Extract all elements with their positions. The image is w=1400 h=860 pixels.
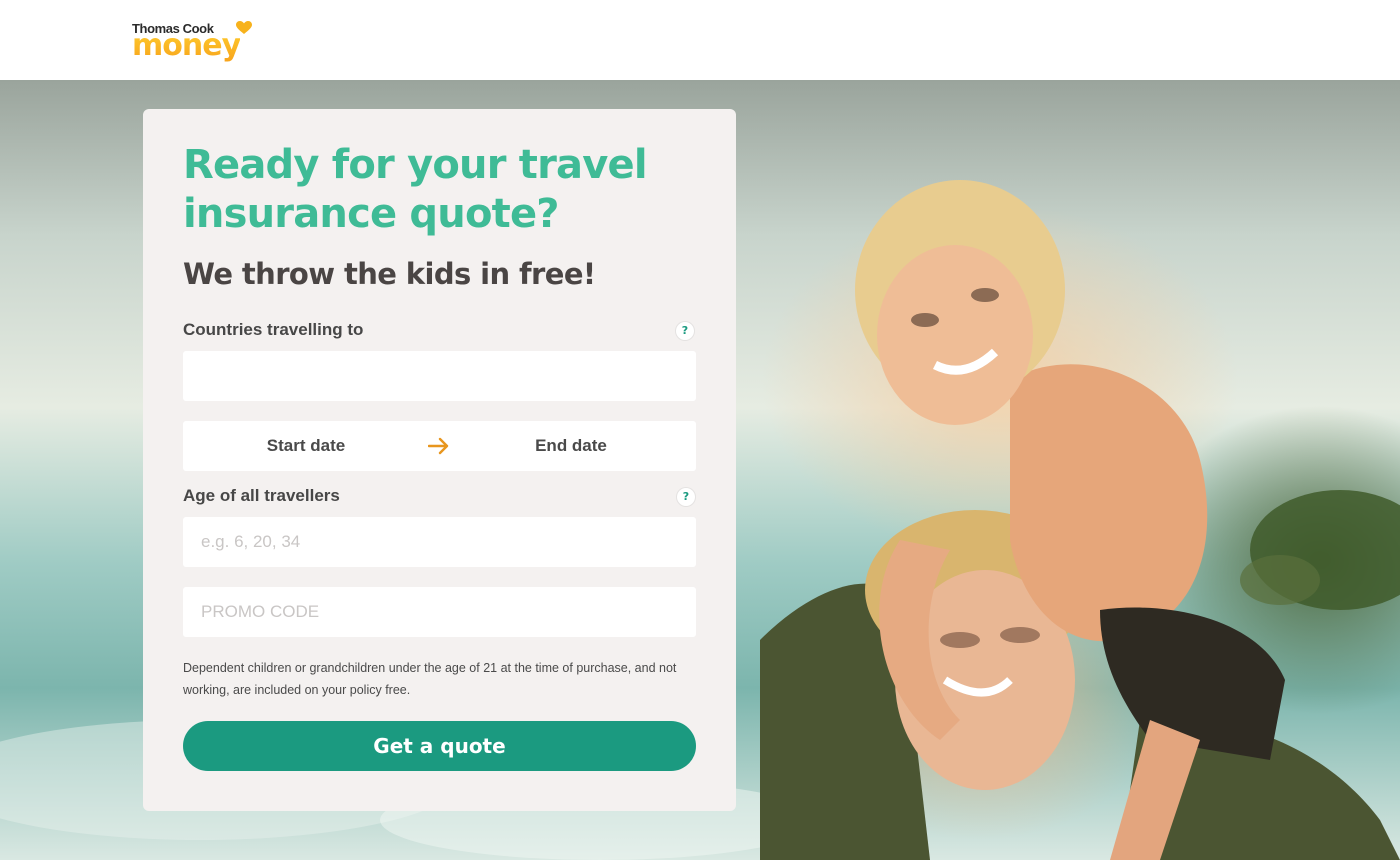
ages-help-icon[interactable]: ? xyxy=(677,488,695,506)
children-policy-note: Dependent children or grandchildren unde… xyxy=(183,661,677,697)
logo-line2: money xyxy=(132,28,241,63)
date-range-selector: Start date End date xyxy=(183,421,696,471)
end-date-button[interactable]: End date xyxy=(483,421,659,471)
site-header: Thomas Cook money xyxy=(0,0,1400,80)
form-title: Ready for your travel insurance quote? xyxy=(183,142,648,237)
thomas-cook-money-logo[interactable]: Thomas Cook money xyxy=(132,20,256,64)
quote-form-card: Ready for your travel insurance quote? W… xyxy=(143,109,736,811)
promo-code-input[interactable] xyxy=(183,587,696,637)
form-subtitle: We throw the kids in free! xyxy=(183,257,596,291)
countries-input[interactable] xyxy=(183,351,696,401)
countries-label: Countries travelling to xyxy=(183,320,364,339)
countries-help-icon[interactable]: ? xyxy=(676,322,694,340)
arrow-right-icon xyxy=(428,437,449,455)
heart-icon xyxy=(236,21,252,34)
ages-input[interactable] xyxy=(183,517,696,567)
get-a-quote-button[interactable]: Get a quote xyxy=(183,721,696,771)
start-date-button[interactable]: Start date xyxy=(218,421,394,471)
ages-label: Age of all travellers xyxy=(183,486,340,505)
